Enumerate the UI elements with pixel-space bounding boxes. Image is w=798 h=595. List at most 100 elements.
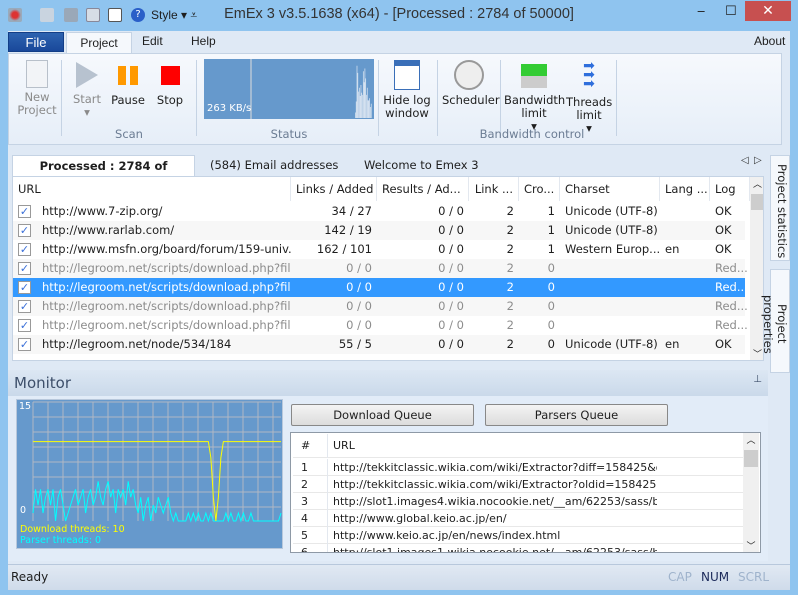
close-button[interactable]: ✕ (745, 1, 791, 21)
row-checkbox[interactable]: ✓ (18, 224, 31, 237)
scheduler-button[interactable]: Scheduler (442, 58, 496, 107)
speed-graph: 263 KB/s (204, 59, 374, 119)
table-row[interactable]: ✓http://www.7-zip.org/34 / 270 / 021Unic… (13, 202, 745, 221)
tab-scroll-left-icon[interactable]: ◁ (741, 155, 749, 166)
pause-button[interactable]: Pause (110, 58, 146, 107)
divider (378, 60, 379, 136)
y-max-label: 15 (19, 401, 31, 412)
cell-cro: 0 (519, 278, 560, 297)
download-threads-line (33, 442, 281, 521)
cell-lang: en (660, 335, 710, 354)
cell-links: 0 / 0 (291, 297, 377, 316)
col-links-added[interactable]: Links / Added (291, 177, 377, 201)
clock-icon (454, 60, 484, 90)
table-row[interactable]: ✓http://legroom.net/scripts/download.php… (13, 316, 745, 335)
cell-log: OK (710, 240, 750, 259)
table-row[interactable]: ✓http://www.rarlab.com/142 / 190 / 021Un… (13, 221, 745, 240)
cell-log: Red... (710, 278, 750, 297)
cell-results: 0 / 0 (377, 335, 469, 354)
queue-url: http://slot1.images1.wikia.nocookie.net/… (327, 544, 657, 553)
hide-log-window-button[interactable]: Hide log window (381, 58, 433, 120)
minimize-button[interactable]: ‒ (697, 4, 705, 19)
col-queue-url[interactable]: URL (327, 434, 657, 458)
cell-results: 0 / 0 (377, 259, 469, 278)
table-row[interactable]: ✓http://legroom.net/scripts/download.php… (13, 278, 745, 297)
col-lang[interactable]: Lang ... (660, 177, 710, 201)
col-charset[interactable]: Charset (560, 177, 660, 201)
col-number[interactable]: # (296, 434, 315, 458)
col-results[interactable]: Results / Ad... (377, 177, 469, 201)
cell-results: 0 / 0 (377, 240, 469, 259)
queue-row[interactable]: 1http://tekkitclassic.wikia.com/wiki/Ext… (293, 459, 743, 476)
tab-help[interactable]: Help (191, 34, 216, 48)
queue-row[interactable]: 5http://www.keio.ac.jp/en/news/index.htm… (293, 527, 743, 544)
cell-links: 34 / 27 (291, 202, 377, 221)
new-project-button[interactable]: New Project (17, 58, 57, 117)
cell-cro: 1 (519, 221, 560, 240)
cell-links: 0 / 0 (291, 316, 377, 335)
scroll-thumb[interactable] (744, 450, 758, 467)
tab-welcome[interactable]: Welcome to Emex 3 (354, 155, 489, 176)
queue-row[interactable]: 6http://slot1.images1.wikia.nocookie.net… (293, 544, 743, 553)
cell-log: OK (710, 335, 750, 354)
tab-processed[interactable]: Processed : 2784 of 50000 (12, 155, 195, 176)
divider (616, 60, 617, 136)
cell-url: http://www.msfn.org/board/forum/159-univ… (37, 240, 291, 259)
cell-results: 0 / 0 (377, 278, 469, 297)
tab-scroll-right-icon[interactable]: ▷ (754, 155, 762, 166)
start-button[interactable]: Start▾ (67, 58, 107, 119)
file-menu-button[interactable]: File (8, 32, 64, 52)
threads-limit-button[interactable]: ➡➡➡ Threads limit▾ (566, 58, 612, 135)
row-checkbox[interactable]: ✓ (18, 262, 31, 275)
queue-row[interactable]: 3http://slot1.images4.wikia.nocookie.net… (293, 493, 743, 510)
tab-project[interactable]: Project (66, 32, 132, 54)
divider (61, 60, 62, 136)
cell-link: 2 (469, 221, 519, 240)
download-threads-label: Download threads: 10 (20, 524, 125, 535)
window-title: EmEx 3 v3.5.1638 (x64) - [Processed : 27… (0, 6, 798, 22)
col-link-depth[interactable]: Link ... (469, 177, 519, 201)
table-row[interactable]: ✓http://legroom.net/scripts/download.php… (13, 297, 745, 316)
cell-charset: Unicode (UTF-8) (560, 221, 660, 240)
scroll-down-icon[interactable]: ﹀ (743, 539, 759, 552)
cell-link: 2 (469, 278, 519, 297)
scroll-thumb[interactable] (751, 194, 764, 210)
queue-row[interactable]: 4http://www.global.keio.ac.jp/en/ (293, 510, 743, 527)
queue-scrollbar[interactable]: ︿ ﹀ (743, 433, 759, 553)
queue-url: http://tekkitclassic.wikia.com/wiki/Extr… (327, 459, 657, 476)
tab-edit[interactable]: Edit (142, 34, 163, 48)
row-checkbox[interactable]: ✓ (18, 319, 31, 332)
table-row[interactable]: ✓http://legroom.net/node/534/18455 / 50 … (13, 335, 745, 354)
cell-cro: 0 (519, 335, 560, 354)
row-checkbox[interactable]: ✓ (18, 338, 31, 351)
download-queue-button[interactable]: Download Queue (291, 404, 474, 426)
scroll-up-icon[interactable]: ︿ (743, 433, 759, 446)
bandwidth-limit-button[interactable]: Bandwidth limit▾ (504, 58, 564, 133)
scroll-up-icon[interactable]: ︿ (750, 177, 764, 190)
col-cro[interactable]: Cro... (519, 177, 560, 201)
row-checkbox[interactable]: ✓ (18, 300, 31, 313)
about-link[interactable]: About (754, 34, 785, 48)
queue-row[interactable]: 2http://tekkitclassic.wikia.com/wiki/Ext… (293, 476, 743, 493)
row-checkbox[interactable]: ✓ (18, 281, 31, 294)
table-row[interactable]: ✓ http://www.msfn.org/board/forum/159-uni… (13, 240, 745, 259)
col-url[interactable]: URL (13, 177, 291, 201)
row-checkbox[interactable]: ✓ (18, 243, 31, 256)
tab-email-addresses[interactable]: (584) Email addresses (200, 155, 348, 176)
cell-url: http://www.7-zip.org/ (37, 202, 291, 221)
threads-limit-label: Threads limit (566, 96, 612, 122)
project-statistics-tab[interactable]: Project statistics (770, 155, 790, 261)
scheduler-label: Scheduler (442, 94, 496, 107)
parsers-queue-button[interactable]: Parsers Queue (485, 404, 668, 426)
cell-link: 2 (469, 202, 519, 221)
table-row[interactable]: ✓http://legroom.net/scripts/download.php… (13, 259, 745, 278)
stop-button[interactable]: Stop (153, 58, 187, 107)
maximize-button[interactable]: ☐ (725, 4, 737, 19)
row-checkbox[interactable]: ✓ (18, 205, 31, 218)
speed-readout: 263 KB/s (207, 103, 251, 114)
project-properties-tab[interactable]: Project properties (770, 269, 790, 373)
col-log[interactable]: Log (710, 177, 750, 201)
divider (196, 60, 197, 136)
pin-icon[interactable]: ⊥ (753, 374, 762, 385)
divider (437, 60, 438, 136)
